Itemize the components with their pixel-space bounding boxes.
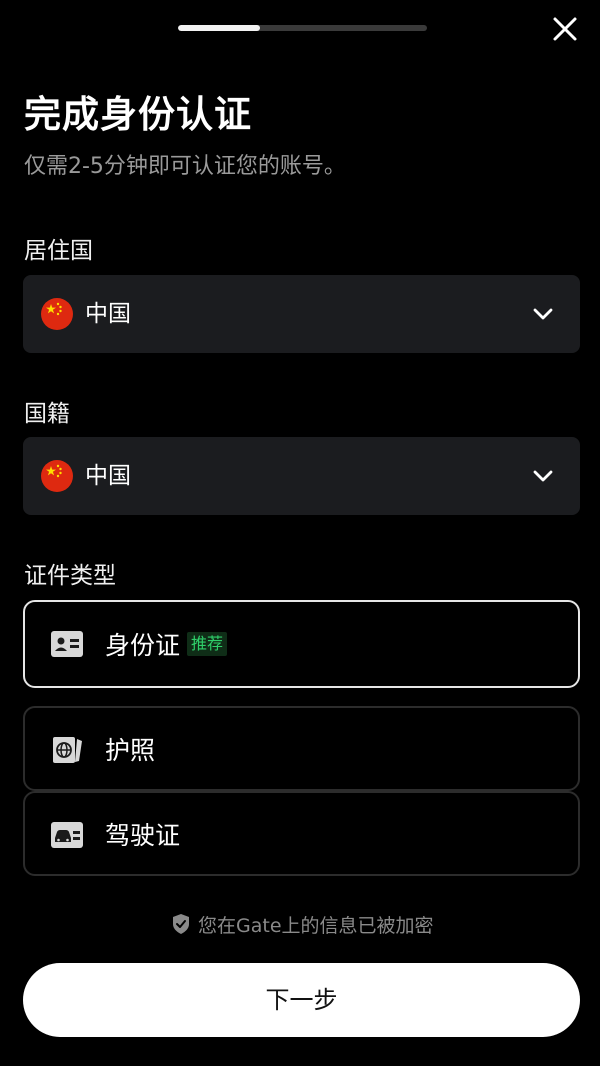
residence-label: 居住国 (24, 238, 93, 264)
close-icon (553, 17, 577, 41)
doc-option-label: 身份证 (105, 631, 181, 660)
doc-option-id-card[interactable]: 身份证 推荐 (23, 600, 580, 688)
chevron-down-icon (533, 308, 553, 320)
progress-bar (178, 25, 427, 31)
residence-select[interactable]: 中国 (23, 275, 580, 353)
security-note-text: 您在Gate上的信息已被加密 (198, 914, 434, 937)
residence-value: 中国 (85, 301, 131, 327)
document-type-label: 证件类型 (24, 563, 116, 589)
shield-check-icon (173, 914, 189, 934)
doc-option-label: 驾驶证 (105, 821, 181, 850)
close-button[interactable] (548, 12, 582, 46)
doc-option-passport[interactable]: 护照 (23, 706, 580, 791)
page-title: 完成身份认证 (24, 93, 252, 136)
doc-option-driver-license[interactable]: 驾驶证 (23, 791, 580, 876)
driver-license-icon (51, 822, 83, 848)
id-card-icon (51, 631, 83, 657)
nationality-select[interactable]: 中国 (23, 437, 580, 515)
doc-option-label: 护照 (105, 736, 156, 765)
chevron-down-icon (533, 470, 553, 482)
recommended-badge: 推荐 (187, 632, 228, 656)
china-flag-icon (41, 298, 73, 330)
page-subtitle: 仅需2-5分钟即可认证您的账号。 (24, 154, 346, 179)
nationality-value: 中国 (85, 463, 131, 489)
next-button[interactable]: 下一步 (23, 963, 580, 1037)
progress-bar-fill (178, 25, 261, 31)
passport-icon (53, 737, 82, 763)
nationality-label: 国籍 (24, 401, 70, 427)
security-note: 您在Gate上的信息已被加密 (172, 911, 434, 937)
china-flag-icon (41, 460, 73, 492)
